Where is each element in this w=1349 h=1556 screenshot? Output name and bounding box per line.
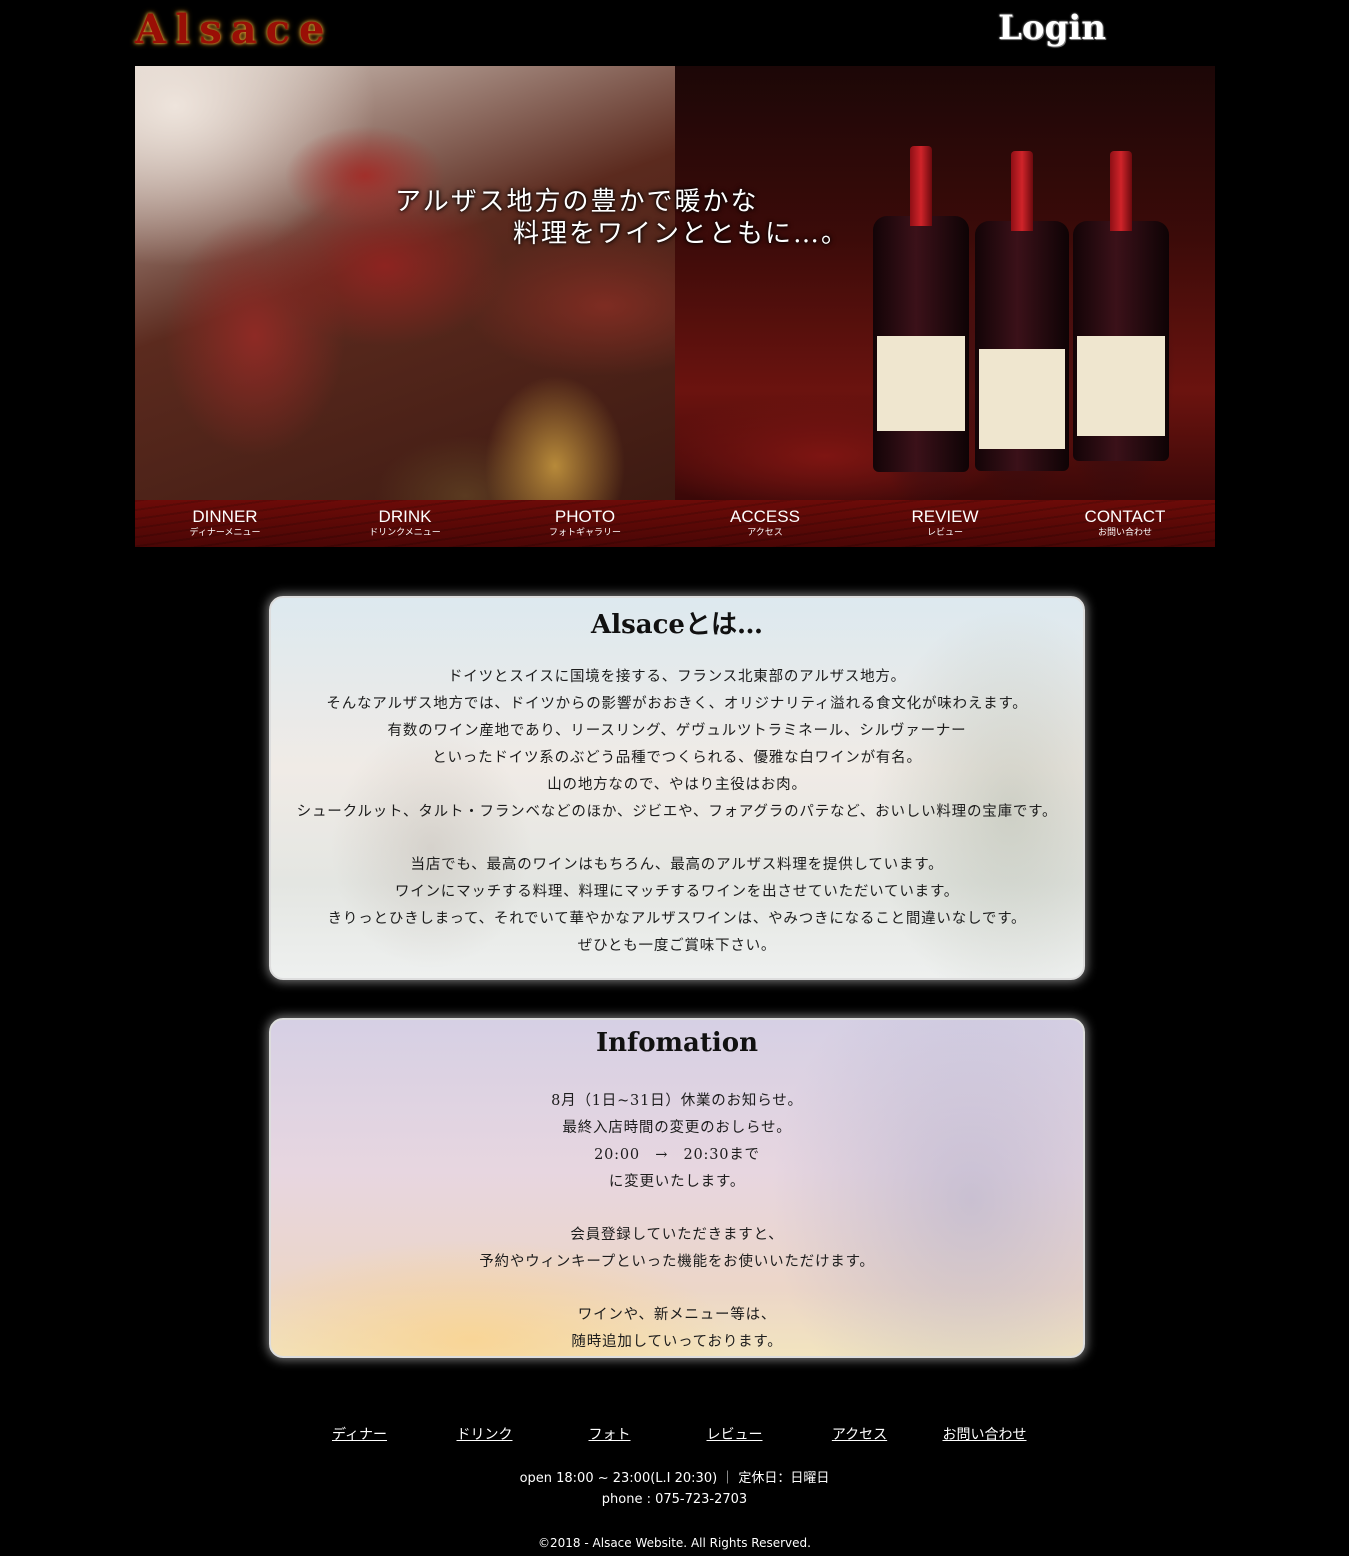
about-line: 有数のワイン産地であり、リースリング、ゲヴュルツトラミネール、シルヴァーナー [387, 723, 967, 739]
nav-label: ACCESS [730, 507, 800, 526]
hero-catchphrase: アルザス地方の豊かで暖かな 料理をワインとともに…。 [395, 186, 850, 250]
nav-label: DRINK [378, 507, 432, 526]
login-link[interactable]: Login [998, 8, 1106, 48]
footer-link-contact[interactable]: お問い合わせ [922, 1424, 1047, 1444]
about-title: Alsaceとは… [591, 610, 763, 640]
footer-link-review[interactable]: レビュー [672, 1424, 797, 1444]
info-line: 会員登録していただきますと、 [570, 1227, 784, 1243]
phone-number: phone : 075-723-2703 [601, 1492, 748, 1507]
hero-banner: アルザス地方の豊かで暖かな 料理をワインとともに…。 [135, 66, 1215, 500]
info-line: 8月（1日~31日）休業のお知らせ。 [551, 1093, 803, 1109]
about-line: 山の地方なので、やはり主役はお肉。 [547, 777, 807, 793]
about-line: 当店でも、最高のワインはもちろん、最高のアルザス料理を提供しています。 [410, 857, 944, 873]
nav-item-access[interactable]: ACCESS アクセス [675, 500, 855, 547]
nav-sublabel: ディナーメニュー [189, 528, 261, 538]
hero-food-image [135, 66, 675, 500]
main-nav: DINNER ディナーメニュー DRINK ドリンクメニュー PHOTO フォトギャラ… [135, 500, 1215, 547]
nav-label: REVIEW [911, 507, 979, 526]
about-line: ぜひとも一度ご賞味下さい。 [577, 938, 777, 954]
nav-item-dinner[interactable]: DINNER ディナーメニュー [135, 500, 315, 547]
about-line: ドイツとスイスに国境を接する、フランス北東部のアルザス地方。 [448, 669, 906, 685]
wine-bottle [873, 146, 969, 472]
about-line: きりっとひきしまって、それでいて華やかなアルザスワインは、やみつきになること間違… [327, 911, 1027, 927]
info-line: 随時追加していっております。 [571, 1334, 783, 1350]
copyright: ©2018 - Alsace Website. All Rights Reser… [538, 1536, 811, 1550]
footer-link-dinner[interactable]: ディナー [297, 1424, 422, 1444]
nav-sublabel: フォトギャラリー [548, 528, 621, 538]
info-body: 8月（1日~31日）休業のお知らせ。 最終入店時間の変更のおしらせ。 20:00… [271, 1088, 1083, 1356]
about-line: そんなアルザス地方では、ドイツからの影響がおおきく、オリジナリティ溢れる食文化が… [326, 696, 1028, 712]
about-line: シュークルット、タルト・フランベなどのほか、ジビエや、フォアグラのパテなど、おい… [296, 804, 1058, 820]
footer-link-access[interactable]: アクセス [797, 1424, 922, 1444]
about-line: ワインにマッチする料理、料理にマッチするワインを出させていただいています。 [394, 884, 960, 900]
footer-link-photo[interactable]: フォト [547, 1424, 672, 1444]
nav-label: CONTACT [1084, 507, 1166, 526]
nav-sublabel: レビュー [926, 528, 963, 538]
header: Alsace Login [0, 0, 1349, 66]
hero-line-2: 料理をワインとともに…。 [513, 219, 850, 249]
nav-sublabel: ドリンクメニュー [369, 528, 441, 538]
about-line: といったドイツ系のぶどう品種でつくられる、優雅な白ワインが有名。 [432, 750, 922, 766]
wine-bottle [1073, 151, 1169, 461]
nav-sublabel: お問い合わせ [1097, 528, 1152, 538]
shop-info: open 18:00 ~ 23:00(L.I 20:30) ｜ 定休日：日曜日 … [0, 1468, 1349, 1510]
nav-item-contact[interactable]: CONTACT お問い合わせ [1035, 500, 1215, 547]
about-panel: Alsaceとは… ドイツとスイスに国境を接する、フランス北東部のアルザス地方。… [269, 596, 1085, 980]
opening-hours: open 18:00 ~ 23:00(L.I 20:30) ｜ 定休日：日曜日 [519, 1471, 830, 1486]
about-body: ドイツとスイスに国境を接する、フランス北東部のアルザス地方。 そんなアルザス地方… [271, 664, 1083, 960]
site-logo[interactable]: Alsace [135, 6, 333, 53]
footer-link-drink[interactable]: ドリンク [422, 1424, 547, 1444]
info-line: ワインや、新メニュー等は、 [577, 1307, 777, 1323]
info-line: 最終入店時間の変更のおしらせ。 [562, 1120, 792, 1136]
info-panel: Infomation 8月（1日~31日）休業のお知らせ。 最終入店時間の変更の… [269, 1018, 1085, 1358]
nav-item-review[interactable]: REVIEW レビュー [855, 500, 1035, 547]
info-line: 予約やウィンキープといった機能をお使いいただけます。 [479, 1254, 875, 1270]
info-title: Infomation [595, 1028, 759, 1058]
nav-item-drink[interactable]: DRINK ドリンクメニュー [315, 500, 495, 547]
info-line: に変更いたします。 [608, 1174, 746, 1190]
nav-item-photo[interactable]: PHOTO フォトギャラリー [495, 500, 675, 547]
nav-label: PHOTO [554, 507, 616, 526]
wine-bottle [975, 151, 1069, 471]
info-line: 20:00 → 20:30まで [594, 1147, 760, 1163]
nav-sublabel: アクセス [747, 528, 783, 538]
hero-wine-image [675, 66, 1215, 500]
hero-line-1: アルザス地方の豊かで暖かな [395, 187, 759, 217]
footer-nav: ディナー ドリンク フォト レビュー アクセス お問い合わせ [297, 1424, 1049, 1444]
nav-label: DINNER [192, 507, 258, 526]
